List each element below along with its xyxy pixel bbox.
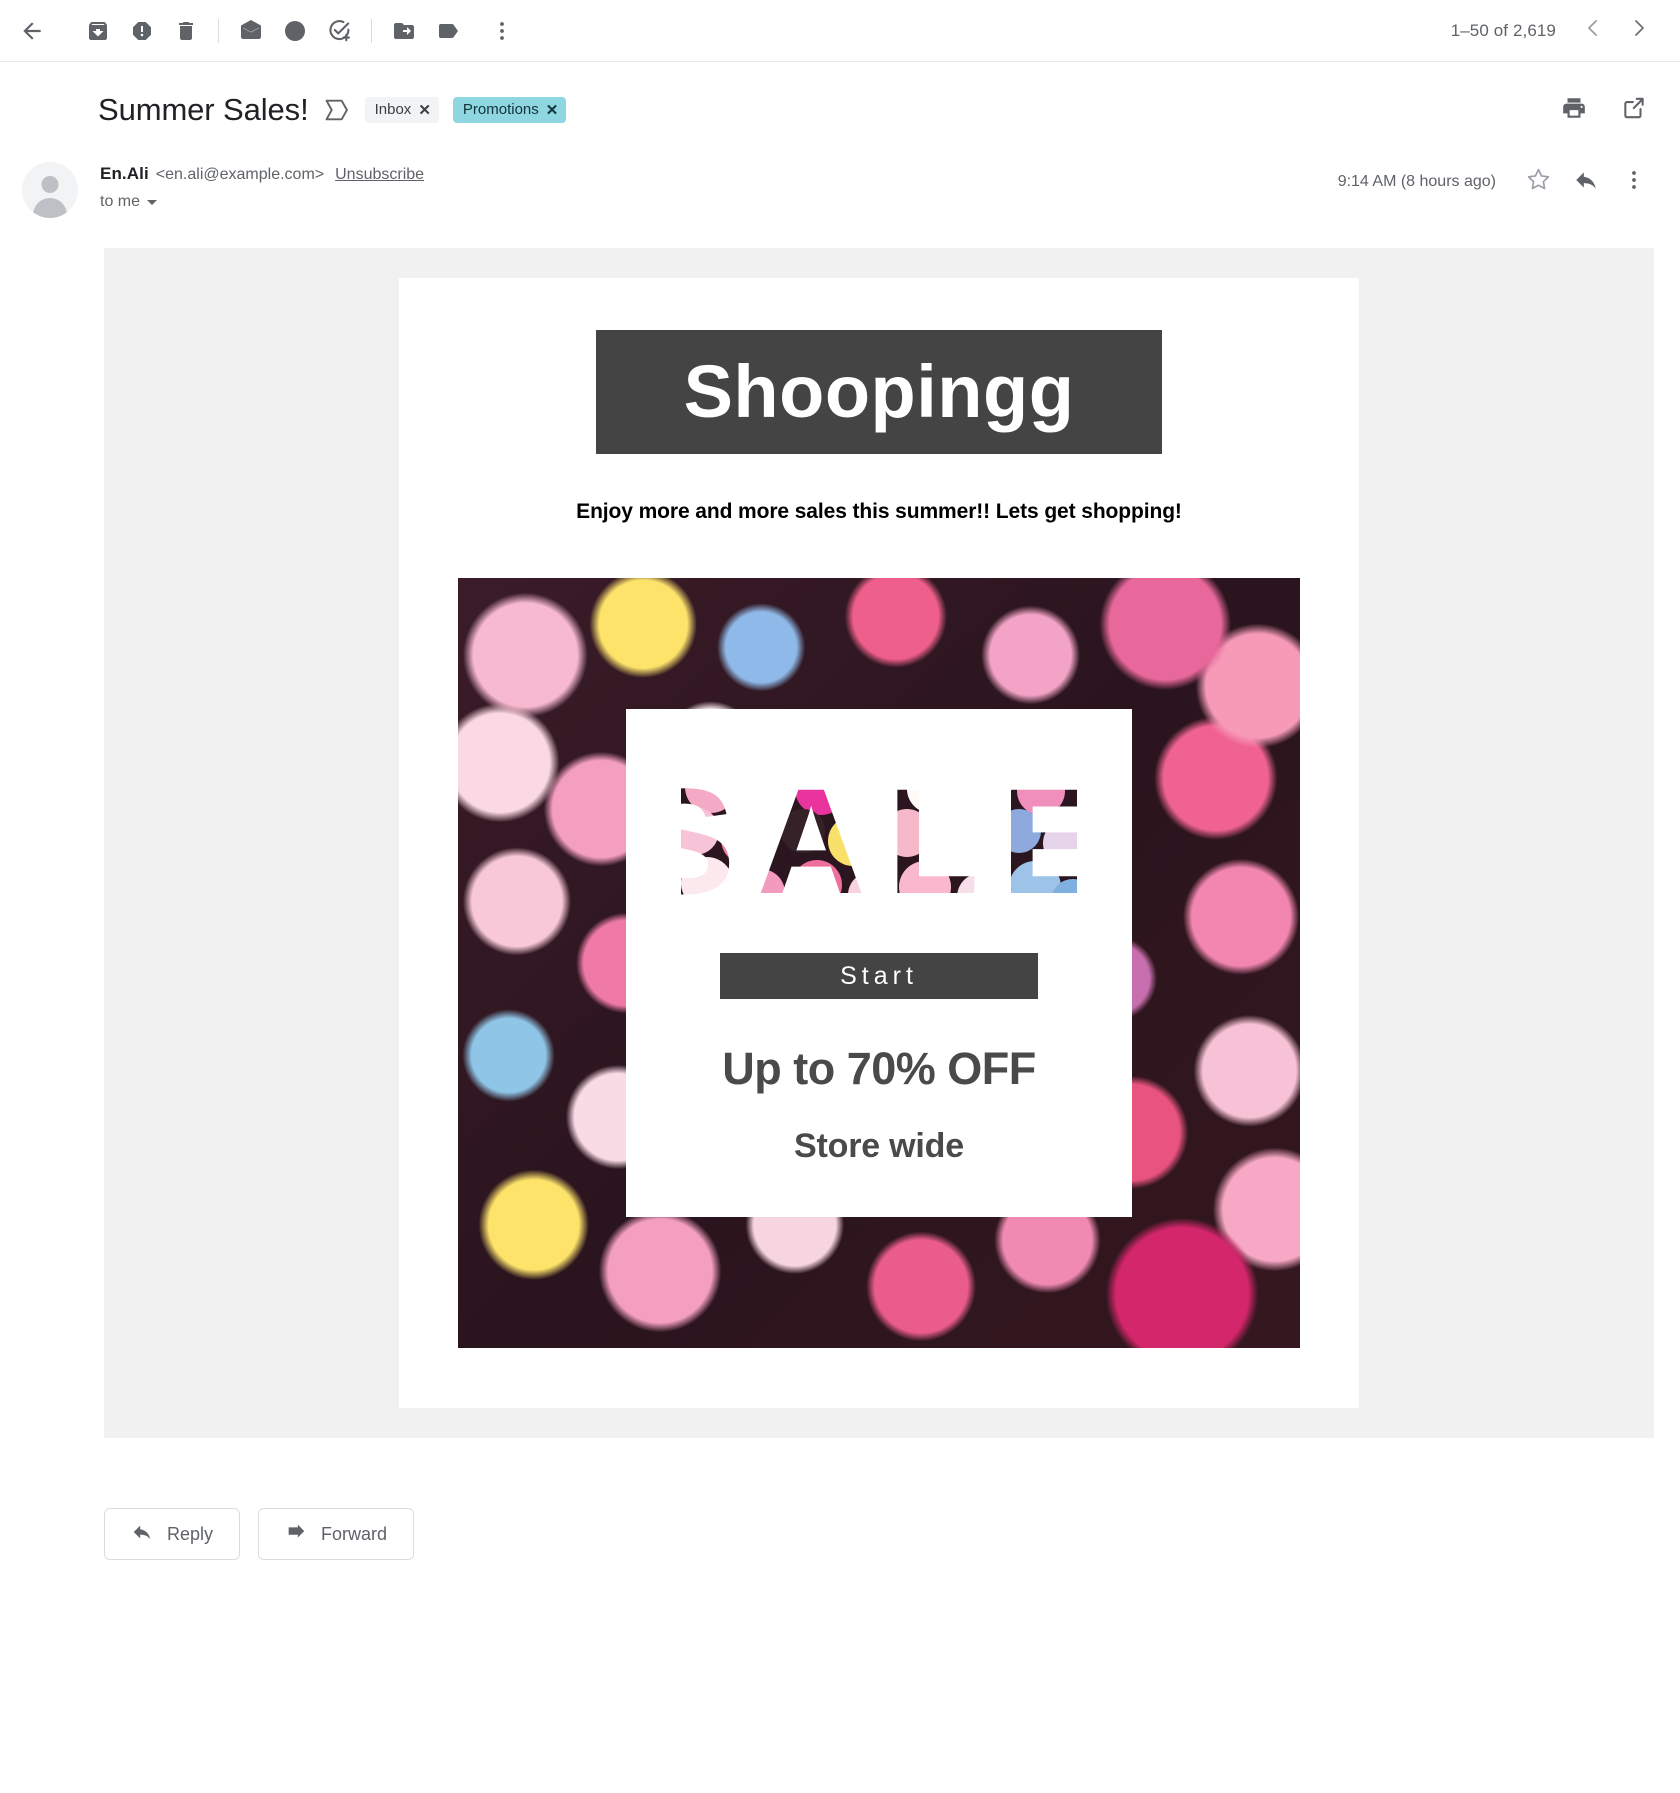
reply-button[interactable]: Reply <box>104 1508 241 1560</box>
sale-panel: SALE Start Up to 70% OFF Store wide <box>626 709 1132 1217</box>
label-chip-promotions[interactable]: Promotions ✕ <box>452 97 567 123</box>
toolbar-divider-2 <box>371 18 372 43</box>
promo-tagline: Enjoy more and more sales this summer!! … <box>576 500 1182 523</box>
snooze-button[interactable] <box>273 9 317 53</box>
label-chip-inbox[interactable]: Inbox ✕ <box>364 97 439 123</box>
brand-name: Shoopingg <box>683 350 1075 433</box>
remove-label-promotions-icon[interactable]: ✕ <box>546 103 559 118</box>
delete-icon <box>174 19 198 43</box>
back-to-inbox-button[interactable] <box>10 9 54 53</box>
recipient-label: to me <box>100 193 141 210</box>
reply-icon-button[interactable] <box>1564 160 1608 204</box>
move-to-icon <box>392 19 416 43</box>
print-icon <box>1561 95 1587 126</box>
avatar-head <box>41 176 59 193</box>
reply-arrow-icon <box>131 1521 153 1548</box>
open-in-new-icon <box>1621 95 1647 126</box>
move-to-button[interactable] <box>382 9 426 53</box>
footer-actions: Reply Forward <box>0 1438 1680 1560</box>
promo-hero-image: SALE Start Up to 70% OFF Store wide <box>458 578 1300 1348</box>
star-button[interactable] <box>1516 160 1560 204</box>
more-options-icon <box>490 19 514 43</box>
forward-arrow-icon <box>285 1521 307 1548</box>
page-title: Summer Sales! <box>98 91 309 127</box>
message-more-button[interactable] <box>1612 160 1656 204</box>
mark-unread-icon <box>239 19 263 43</box>
label-chip-inbox-text: Inbox <box>374 101 412 118</box>
delete-button[interactable] <box>164 9 208 53</box>
recipient-dropdown[interactable]: to me <box>100 193 158 211</box>
start-cta-label: Start <box>840 961 918 990</box>
discount-headline: Up to 70% OFF <box>722 1043 1036 1094</box>
sender-name: En.Ali <box>100 164 149 183</box>
next-page-button[interactable] <box>1616 8 1662 54</box>
avatar-body <box>33 198 67 218</box>
email-body: Shoopingg Enjoy more and more sales this… <box>104 248 1654 1438</box>
start-cta-button[interactable]: Start <box>720 953 1038 999</box>
mark-unread-button[interactable] <box>229 9 273 53</box>
archive-button[interactable] <box>76 9 120 53</box>
add-to-tasks-icon <box>327 18 352 43</box>
open-in-new-window-button[interactable] <box>1612 88 1656 132</box>
sender-row: En.Ali <en.ali@example.com> Unsubscribe … <box>0 140 1680 218</box>
pagination-count: 1–50 of 2,619 <box>1450 20 1556 40</box>
label-chip-promotions-text: Promotions <box>462 101 539 118</box>
chevron-left-icon <box>1581 16 1605 45</box>
message-actions: 9:14 AM (8 hours ago) <box>1338 158 1656 204</box>
svg-text:SALE: SALE <box>681 765 1077 917</box>
snooze-clock-icon <box>283 19 307 43</box>
add-to-tasks-button[interactable] <box>317 9 361 53</box>
forward-button[interactable]: Forward <box>258 1508 415 1560</box>
report-spam-button[interactable] <box>120 9 164 53</box>
chevron-right-icon <box>1627 16 1651 45</box>
back-arrow-icon <box>19 18 45 44</box>
star-icon <box>1525 166 1552 198</box>
toolbar-divider-1 <box>218 18 219 43</box>
message-timestamp: 9:14 AM (8 hours ago) <box>1337 173 1496 190</box>
avatar <box>22 162 78 218</box>
unsubscribe-link[interactable]: Unsubscribe <box>335 166 424 184</box>
subject-row: Summer Sales! Inbox ✕ Promotions ✕ <box>0 62 1680 140</box>
reply-button-label: Reply <box>167 1523 214 1544</box>
chevron-down-icon <box>147 199 158 205</box>
archive-icon <box>86 19 110 43</box>
brand-banner: Shoopingg <box>596 330 1162 454</box>
print-button[interactable] <box>1552 88 1596 132</box>
sender-email: <en.ali@example.com> <box>155 166 325 183</box>
more-vertical-icon <box>1622 168 1646 197</box>
message-toolbar: 1–50 of 2,619 <box>0 0 1680 62</box>
sender-info: En.Ali <en.ali@example.com> Unsubscribe … <box>100 158 1338 211</box>
previous-page-button[interactable] <box>1570 8 1616 54</box>
important-marker-icon[interactable] <box>323 98 351 122</box>
more-options-button[interactable] <box>480 9 524 53</box>
sender-line: En.Ali <en.ali@example.com> Unsubscribe <box>100 164 1338 184</box>
forward-button-label: Forward <box>321 1523 388 1544</box>
subject-actions <box>1552 88 1656 132</box>
store-scope-text: Store wide <box>794 1127 964 1165</box>
promo-card: Shoopingg Enjoy more and more sales this… <box>399 278 1359 1408</box>
reply-arrow-icon <box>1573 167 1599 198</box>
labels-button[interactable] <box>426 9 470 53</box>
sale-knockout-heading: SALE <box>681 765 1077 917</box>
report-spam-icon <box>130 19 154 43</box>
remove-label-inbox-icon[interactable]: ✕ <box>418 103 431 118</box>
labels-icon <box>436 19 460 43</box>
